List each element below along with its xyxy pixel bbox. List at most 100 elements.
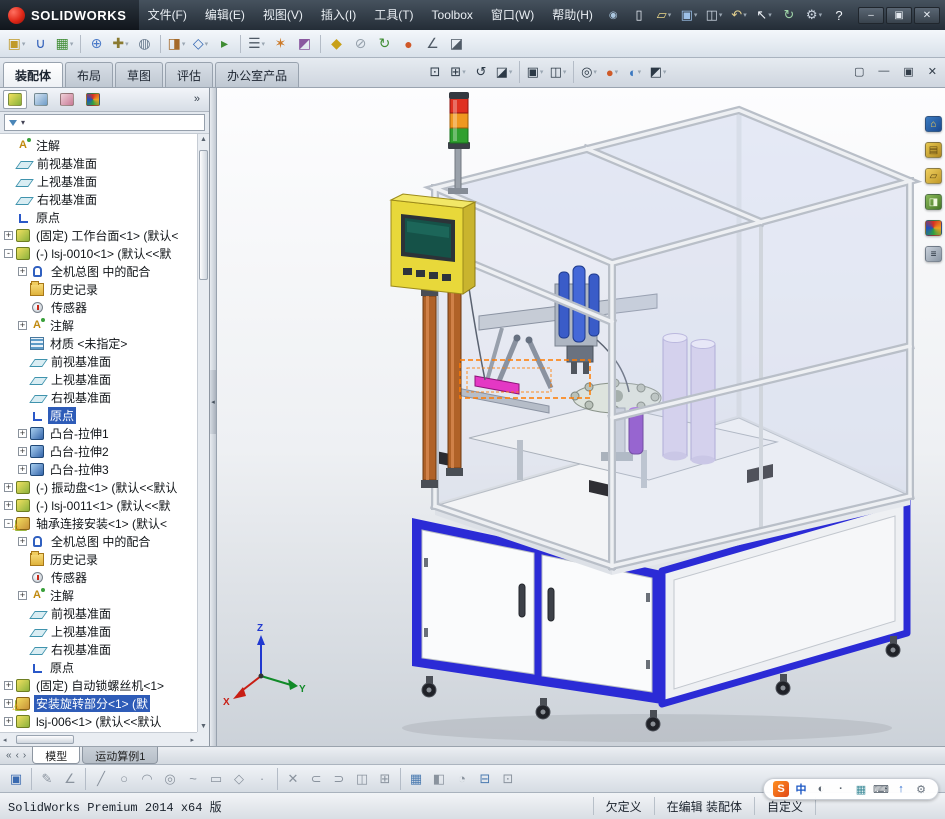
file-explorer-tab[interactable]: ▱ [925, 168, 942, 184]
tree-item[interactable]: + ⚠ 安装旋转部分<1> (默 [0, 694, 197, 712]
tree-item[interactable]: + 凸台-拉伸2 [0, 442, 197, 460]
ime-up-button[interactable]: ↑ [893, 781, 909, 797]
menu-item[interactable]: Toolbox [423, 0, 482, 30]
interference-detection-button[interactable]: ◩ [293, 32, 316, 55]
view-orientation-button[interactable]: ▣ [524, 61, 546, 83]
sketch-toolbar-button[interactable] [400, 767, 401, 790]
zoom-to-fit-button[interactable]: ⊡ [424, 61, 446, 83]
tree-item[interactable]: + 注解 [0, 586, 197, 604]
tree-expander[interactable]: + [4, 230, 13, 240]
previous-view-button[interactable]: ↺ [470, 61, 492, 83]
linear-component-pattern-button[interactable]: ▦ [53, 32, 76, 55]
ime-punctuation-button[interactable]: · [833, 781, 849, 797]
tree-item[interactable]: 注解 [0, 136, 197, 154]
tree-item[interactable]: 上视基准面 [0, 622, 197, 640]
tree-expander[interactable]: + [18, 464, 27, 474]
tree-item[interactable]: 上视基准面 [0, 370, 197, 388]
view-button[interactable] [519, 61, 520, 83]
toolbar-button[interactable] [240, 34, 241, 53]
smart-dimension-button[interactable]: ∠ [59, 768, 81, 790]
tree-expander[interactable]: + [4, 500, 13, 510]
tree-expander[interactable]: + [4, 482, 13, 492]
tab-scroll-left-button[interactable]: ‹ [16, 750, 19, 761]
toolbar-button[interactable] [320, 34, 321, 53]
new-motion-study-button[interactable]: ▸ [213, 32, 236, 55]
ime-language-button[interactable]: 中 [793, 781, 809, 797]
tree-item[interactable]: 上视基准面 [0, 172, 197, 190]
panel-splitter[interactable]: ◂ [210, 88, 217, 746]
doc-close-button[interactable]: ✕ [928, 65, 937, 78]
tree-expander[interactable]: + [18, 428, 27, 438]
tree-item[interactable]: + 凸台-拉伸1 [0, 424, 197, 442]
options-button[interactable]: ⚙ [803, 5, 825, 25]
select-button[interactable]: ↖ [753, 5, 775, 25]
menu-item[interactable]: 编辑(E) [196, 0, 254, 30]
tab-scroll-right-button[interactable]: › [23, 750, 26, 761]
menu-item[interactable]: 帮助(H) [543, 0, 602, 30]
tree-item[interactable]: + (-) lsj-0011<1> (默认<<默 [0, 496, 197, 514]
tree-item[interactable]: 右视基准面 [0, 388, 197, 406]
displaymanager-tab[interactable] [81, 90, 105, 109]
sogou-logo-icon[interactable]: S [773, 781, 789, 797]
tree-filter-input[interactable]: ▾ [4, 114, 205, 131]
scroll-up-icon[interactable]: ▲ [200, 136, 207, 143]
tree-expander[interactable]: + [18, 590, 27, 600]
tree-item[interactable]: 原点 [0, 658, 197, 676]
menu-item[interactable]: 视图(V) [254, 0, 312, 30]
tree-item[interactable]: + (-) 振动盘<1> (默认<<默认 [0, 478, 197, 496]
configurationmanager-tab[interactable] [55, 90, 79, 109]
print-button[interactable]: ◫ [703, 5, 725, 25]
edit-appearance-button[interactable]: ● [601, 61, 623, 83]
tree-expander[interactable]: + [18, 536, 27, 546]
view-palette-tab[interactable]: ◨ [925, 194, 942, 210]
machine-3d-model[interactable]: Z Y X [217, 88, 945, 746]
arc-tool-button[interactable]: ◠ [136, 768, 158, 790]
doc-new-window-button[interactable]: ▢ [854, 65, 864, 78]
solidworks-resources-tab[interactable]: ⌂ [925, 116, 942, 132]
tree-item[interactable]: 前视基准面 [0, 154, 197, 172]
tree-item[interactable]: + 凸台-拉伸3 [0, 460, 197, 478]
exploded-view-button[interactable]: ✶ [269, 32, 292, 55]
design-library-tab[interactable]: ▤ [925, 142, 942, 158]
view-button[interactable] [573, 61, 574, 83]
tree-item[interactable]: 前视基准面 [0, 604, 197, 622]
smart-fasteners-button[interactable]: ⊕ [85, 32, 108, 55]
reference-geometry-button[interactable]: ◇ [189, 32, 212, 55]
appearance-button[interactable]: ● [397, 32, 420, 55]
tree-item[interactable]: 原点 [0, 208, 197, 226]
custom-properties-tab[interactable]: ≡ [925, 246, 942, 262]
toolbar-button[interactable] [80, 34, 81, 53]
grid-system-button[interactable]: ▦ [405, 768, 427, 790]
tree-item[interactable]: 原点 [0, 406, 197, 424]
app-minimize-button[interactable]: – [858, 6, 884, 24]
mate-button[interactable]: ∪ [29, 32, 52, 55]
instant-3d-button[interactable]: ◆ [325, 32, 348, 55]
measure-button[interactable]: ∠ [421, 32, 444, 55]
sketch-button[interactable]: ✎ [36, 768, 58, 790]
tree-item[interactable]: 右视基准面 [0, 640, 197, 658]
command-tab[interactable]: 布局 [65, 62, 114, 87]
help-button[interactable]: ? [828, 5, 850, 25]
save-button[interactable]: ▣ [5, 768, 27, 790]
tree-item[interactable]: + 全机总图 中的配合 [0, 532, 197, 550]
snap-grid-button[interactable]: ⊟ [474, 768, 496, 790]
units-button[interactable]: ⊡ [497, 768, 519, 790]
zoom-to-area-button[interactable]: ⊞ [447, 61, 469, 83]
display-style-button[interactable]: ◫ [547, 61, 569, 83]
tree-hscroll-thumb[interactable] [16, 735, 74, 744]
document-tab[interactable]: 模型 [32, 747, 81, 764]
tree-item[interactable]: 右视基准面 [0, 190, 197, 208]
ime-tool-button[interactable]: ⚙ [913, 781, 929, 797]
command-tab[interactable]: 装配体 [3, 62, 64, 87]
spline-tool-button[interactable]: ~ [182, 768, 204, 790]
bill-of-materials-button[interactable]: ☰ [245, 32, 268, 55]
tree-item[interactable]: 历史记录 [0, 550, 197, 568]
ime-fullhalf-button[interactable]: ◐ [813, 781, 829, 797]
extruded-boss-button[interactable]: ◧ [428, 768, 450, 790]
section-tool-button[interactable]: ◪ [445, 32, 468, 55]
circle-tool-button[interactable]: ○ [113, 768, 135, 790]
command-tab[interactable]: 草图 [115, 62, 164, 87]
tree-item[interactable]: + (固定) 自动锁螺丝机<1> [0, 676, 197, 694]
tree-expander[interactable]: + [18, 446, 27, 456]
linear-sketch-pattern-button[interactable]: ⊞ [374, 768, 396, 790]
